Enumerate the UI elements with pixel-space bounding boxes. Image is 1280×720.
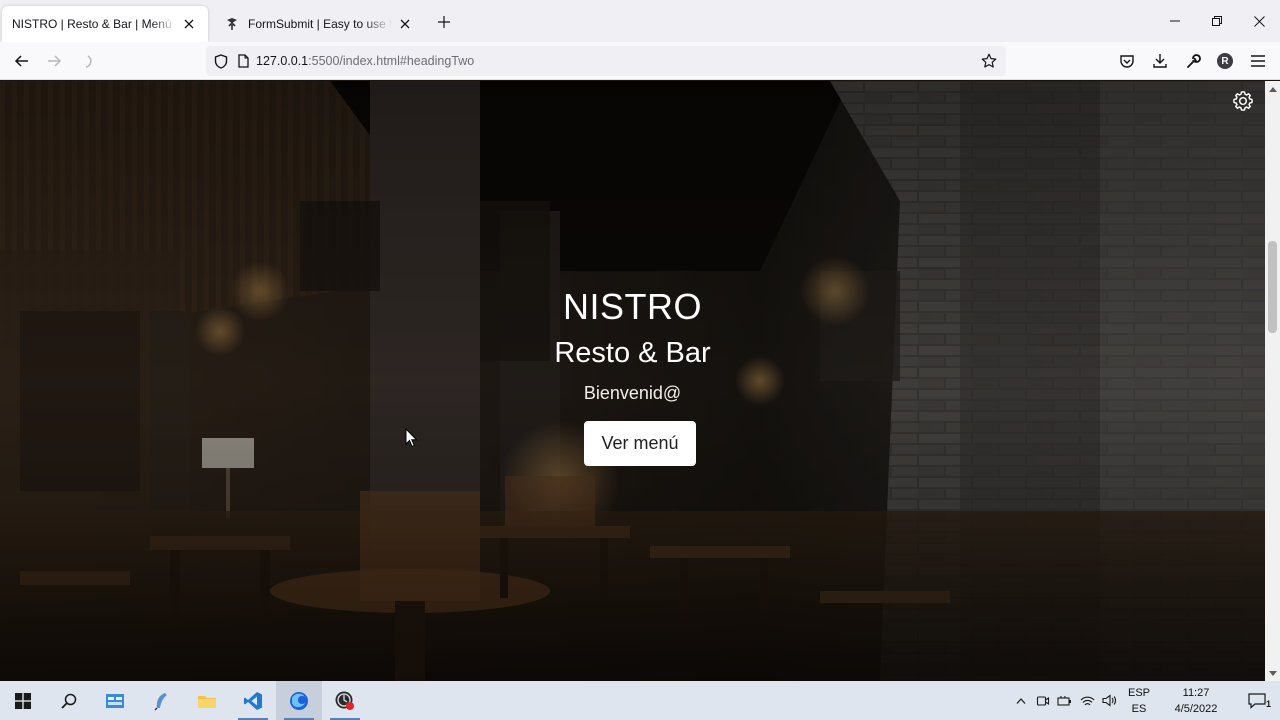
minimize-button[interactable] — [1154, 0, 1196, 42]
restore-button[interactable] — [1196, 0, 1238, 42]
back-button[interactable] — [6, 45, 38, 77]
windows-logo-icon — [15, 692, 31, 709]
page-info-icon[interactable] — [236, 54, 250, 68]
hero-subtitle: Resto & Bar — [554, 337, 711, 369]
notification-count-badge: 1 — [1265, 699, 1271, 709]
account-avatar-icon[interactable]: R — [1217, 53, 1233, 69]
address-bar[interactable]: 127.0.0.1:5500/index.html#headingTwo — [206, 46, 1006, 76]
plus-icon — [438, 16, 450, 28]
hamburger-menu-icon — [1250, 55, 1265, 67]
screen-recorder-icon — [335, 691, 354, 710]
restore-icon — [1212, 16, 1222, 26]
formsubmit-favicon-icon — [224, 16, 240, 32]
clock-time: 11:27 — [1182, 686, 1210, 699]
tab-nistro[interactable]: NISTRO | Resto & Bar | Menú digital — [2, 6, 208, 42]
window-controls — [1154, 0, 1280, 42]
hero-title: NISTRO — [562, 286, 702, 327]
close-icon — [1253, 15, 1265, 27]
scroll-up-arrow-icon[interactable] — [1268, 84, 1277, 93]
downloads-button[interactable] — [1143, 45, 1176, 77]
clock-date: 4/5/2022 — [1174, 702, 1218, 715]
feather-brush-icon — [154, 692, 167, 710]
scroll-down-arrow-icon[interactable] — [1268, 669, 1277, 678]
system-tray: ESP ES 11:27 4/5/2022 1 — [1010, 681, 1280, 720]
tab-strip: NISTRO | Resto & Bar | Menú digital Form… — [0, 0, 1280, 42]
scrollbar-thumb[interactable] — [1268, 241, 1277, 333]
bookmark-star-icon[interactable] — [978, 50, 1000, 72]
forward-button[interactable] — [38, 45, 70, 77]
loading-spinner-icon — [85, 54, 92, 68]
close-window-button[interactable] — [1238, 0, 1280, 42]
tab-title: NISTRO | Resto & Bar | Menú digital — [12, 17, 176, 31]
show-hidden-icons-chevron-icon[interactable] — [1010, 681, 1032, 720]
taskbar-app-paint[interactable] — [138, 681, 184, 720]
search-button[interactable] — [46, 681, 92, 720]
pocket-icon — [1119, 54, 1134, 68]
taskbar-app-control-panel[interactable] — [92, 681, 138, 720]
url-path: :5500/index.html#headingTwo — [308, 54, 475, 68]
close-tab-icon[interactable] — [180, 15, 198, 33]
taskbar-app-firefox-developer[interactable] — [276, 681, 322, 720]
taskbar-app-recorder[interactable] — [322, 681, 368, 720]
wifi-icon[interactable] — [1076, 681, 1098, 720]
taskbar-clock[interactable]: 11:27 4/5/2022 — [1158, 685, 1234, 717]
forward-arrow-icon — [48, 54, 62, 67]
taskbar-app-file-explorer[interactable] — [184, 681, 230, 720]
vertical-scrollbar[interactable] — [1265, 81, 1280, 681]
close-tab-icon[interactable] — [396, 15, 414, 33]
taskbar-app-vscode[interactable] — [230, 681, 276, 720]
keyboard-layout-code: ES — [1131, 702, 1147, 715]
language-code: ESP — [1127, 686, 1150, 699]
url-text: 127.0.0.1:5500/index.html#headingTwo — [256, 54, 474, 68]
devtools-button[interactable] — [1176, 45, 1209, 77]
view-menu-button[interactable]: Ver menú — [584, 421, 696, 466]
start-button[interactable] — [0, 681, 46, 720]
toolbar-right: R — [1110, 45, 1274, 77]
hero-welcome: Bienvenid@ — [583, 383, 682, 403]
restaurant-background-image — [0, 81, 1265, 681]
input-language-indicator[interactable]: ESP ES — [1120, 685, 1158, 717]
tab-formsubmit[interactable]: FormSubmit | Easy to use form backend — [214, 6, 424, 42]
wrench-icon — [1186, 54, 1201, 68]
vscode-icon — [244, 691, 262, 710]
control-panel-icon — [106, 693, 124, 708]
navigation-toolbar: 127.0.0.1:5500/index.html#headingTwo R — [0, 42, 1280, 80]
folder-icon — [198, 695, 216, 708]
new-tab-button[interactable] — [430, 8, 458, 36]
settings-gear-icon[interactable] — [1232, 90, 1254, 112]
windows-taskbar: ESP ES 11:27 4/5/2022 1 — [0, 681, 1280, 720]
action-center-button[interactable]: 1 — [1234, 681, 1280, 720]
mouse-cursor-icon — [405, 428, 418, 448]
tab-title: FormSubmit | Easy to use form backend — [248, 17, 392, 31]
pocket-button[interactable] — [1110, 45, 1143, 77]
download-icon — [1152, 54, 1167, 68]
volume-icon[interactable] — [1098, 681, 1120, 720]
menu-button[interactable] — [1241, 45, 1274, 77]
meet-now-icon[interactable] — [1032, 681, 1054, 720]
reload-button[interactable] — [70, 45, 102, 77]
firefox-icon — [290, 691, 308, 710]
url-host: 127.0.0.1 — [256, 54, 309, 68]
minimize-icon — [1170, 20, 1180, 22]
battery-power-icon[interactable] — [1054, 681, 1076, 720]
search-icon — [61, 693, 77, 709]
notification-icon — [1248, 692, 1266, 709]
page-viewport: NISTRO Resto & Bar Bienvenid@ Ver menú — [0, 81, 1265, 681]
back-arrow-icon — [14, 54, 28, 67]
tracking-protection-shield-icon[interactable] — [206, 53, 236, 69]
